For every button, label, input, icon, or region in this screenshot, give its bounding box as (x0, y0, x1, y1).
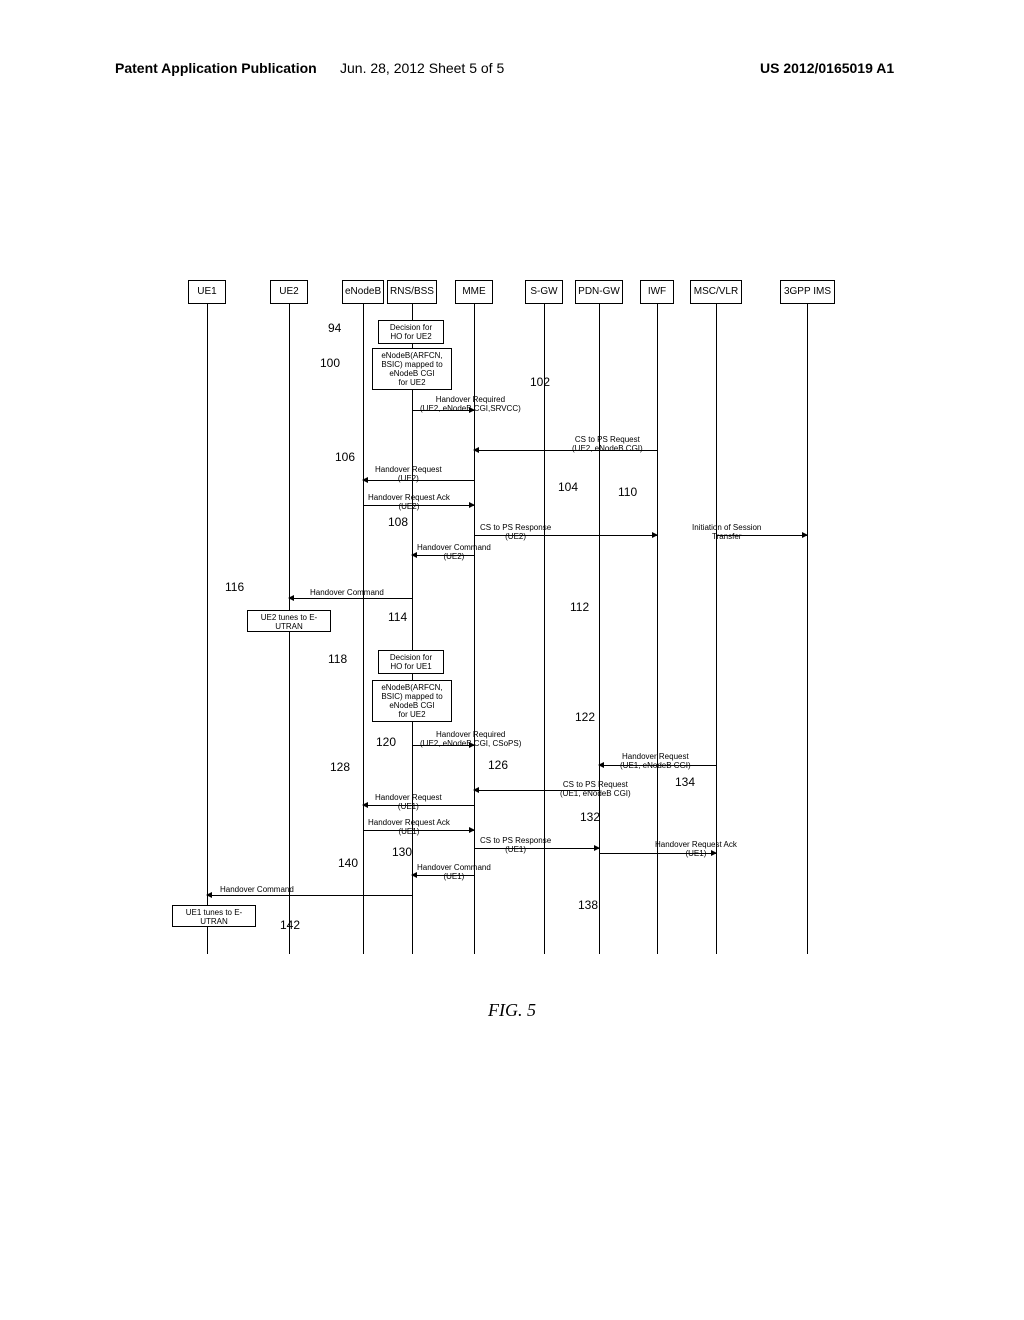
process-box: eNodeB(ARFCN, BSIC) mapped to eNodeB CGI… (372, 680, 452, 722)
reference-number: 118 (328, 652, 347, 666)
message-label: CS to PS Response (UE1) (480, 836, 551, 854)
message-label: Handover Required (UE2, eNodeB CGI,SRVCC… (420, 395, 521, 413)
entity-box: UE1 (188, 280, 226, 304)
message-label: Handover Request Ack (UE1) (655, 840, 737, 858)
reference-number: 112 (570, 600, 589, 614)
message-label: Handover Required (UE2, eNodeB CGI, CSoP… (420, 730, 521, 748)
reference-number: 116 (225, 580, 244, 594)
entity-box: MME (455, 280, 493, 304)
entity-box: eNodeB (342, 280, 384, 304)
reference-number: 140 (338, 856, 358, 870)
message-label: Handover Request (UE1, eNodeB CGI) (620, 752, 691, 770)
message-label: CS to PS Request (UE1, eNodeB CGI) (560, 780, 631, 798)
entity-box: RNS/BSS (387, 280, 437, 304)
reference-number: 114 (388, 610, 407, 624)
lifeline (807, 304, 808, 954)
message-label: Handover Command (310, 588, 384, 597)
entity-box: PDN-GW (575, 280, 623, 304)
reference-number: 142 (280, 918, 300, 932)
reference-number: 94 (328, 321, 341, 335)
reference-number: 108 (388, 515, 408, 529)
reference-number: 138 (578, 898, 598, 912)
message-label: Handover Command (UE1) (417, 863, 491, 881)
reference-number: 106 (335, 450, 355, 464)
reference-number: 134 (675, 775, 695, 789)
reference-number: 110 (618, 485, 637, 499)
lifeline (363, 304, 364, 954)
reference-number: 130 (392, 845, 412, 859)
entity-box: IWF (640, 280, 674, 304)
process-box: eNodeB(ARFCN, BSIC) mapped to eNodeB CGI… (372, 348, 452, 390)
entity-box: 3GPP IMS (780, 280, 835, 304)
entity-box: S-GW (525, 280, 563, 304)
reference-number: 104 (558, 480, 578, 494)
message-arrow (289, 598, 412, 599)
reference-number: 122 (575, 710, 595, 724)
reference-number: 100 (320, 356, 340, 370)
sequence-diagram: UE1 UE2 eNodeBRNS/BSS MME S-GW PDN-GW IWF MSC/V… (180, 280, 840, 980)
entity-box: MSC/VLR (690, 280, 742, 304)
message-label: Handover Command (220, 885, 294, 894)
lifeline (412, 304, 413, 954)
figure-label: FIG. 5 (0, 1000, 1024, 1021)
message-label: Handover Request (UE2) (375, 465, 442, 483)
process-box: Decision for HO for UE2 (378, 320, 444, 344)
message-label: CS to PS Response (UE2) (480, 523, 551, 541)
entity-box: UE2 (270, 280, 308, 304)
lifeline (599, 304, 600, 954)
message-arrow (207, 895, 412, 896)
lifeline (207, 304, 208, 954)
lifeline (544, 304, 545, 954)
reference-number: 132 (580, 810, 600, 824)
reference-number: 128 (330, 760, 350, 774)
message-label: Handover Request Ack (UE2) (368, 493, 450, 511)
process-box: UE1 tunes to E- UTRAN (172, 905, 256, 927)
message-label: Handover Command (UE2) (417, 543, 491, 561)
header-right: US 2012/0165019 A1 (760, 60, 894, 76)
process-box: Decision for HO for UE1 (378, 650, 444, 674)
message-label: Initiation of Session Transfer (692, 523, 761, 541)
reference-number: 102 (530, 375, 550, 389)
message-label: CS to PS Request (UE2, eNodeB CGI) (572, 435, 643, 453)
header-center: Jun. 28, 2012 Sheet 5 of 5 (340, 60, 504, 76)
reference-number: 126 (488, 758, 508, 772)
message-label: Handover Request Ack (UE1) (368, 818, 450, 836)
reference-number: 120 (376, 735, 396, 749)
process-box: UE2 tunes to E- UTRAN (247, 610, 331, 632)
header-left: Patent Application Publication (115, 60, 317, 76)
message-label: Handover Request (UE1) (375, 793, 442, 811)
